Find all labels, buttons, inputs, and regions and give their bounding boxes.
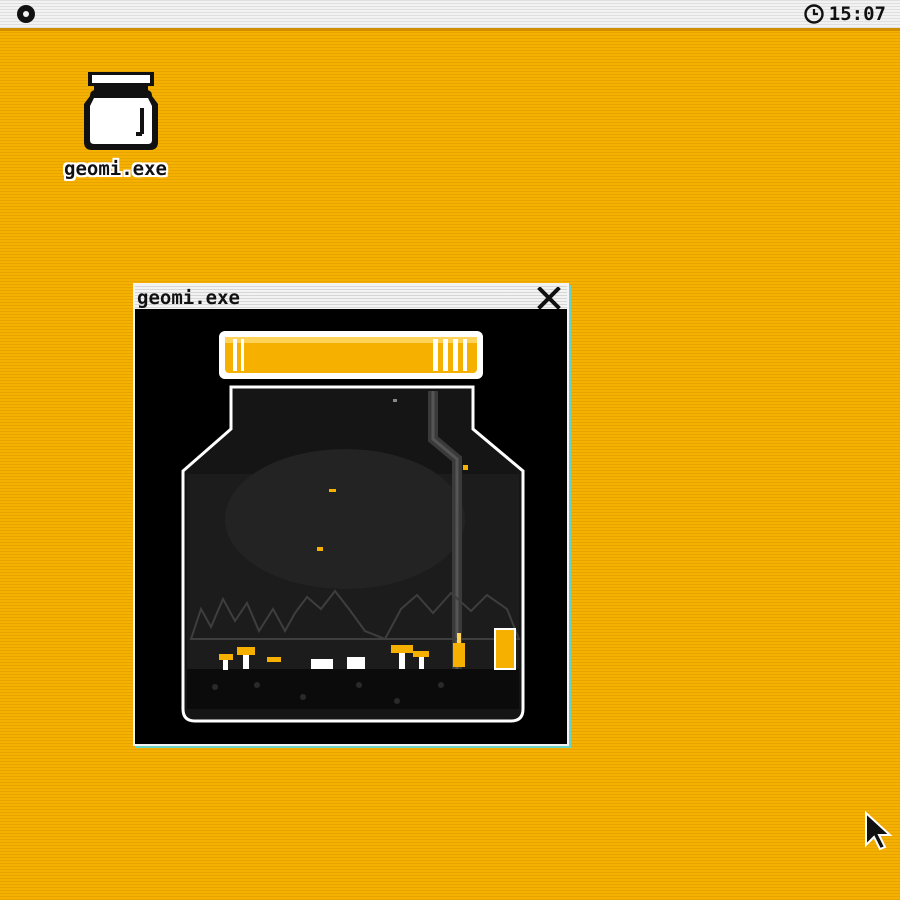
arrow-cursor-icon: [865, 811, 893, 851]
desktop-icon-geomi[interactable]: geomi.exe: [58, 68, 190, 190]
app-window[interactable]: geomi.exe: [133, 283, 569, 746]
desktop-icon-label: geomi.exe: [64, 158, 167, 180]
menu-bar: 15:07: [0, 0, 900, 31]
jar-terrarium-scene[interactable]: [135, 309, 567, 744]
window-title: geomi.exe: [137, 287, 240, 309]
window-titlebar[interactable]: geomi.exe: [135, 285, 567, 311]
jar-icon: [84, 72, 158, 150]
close-icon[interactable]: [537, 287, 561, 309]
circle-menu-icon[interactable]: [17, 5, 35, 23]
clock-icon: [804, 4, 824, 24]
clock: 15:07: [803, 3, 886, 25]
clock-time: 15:07: [828, 3, 886, 25]
